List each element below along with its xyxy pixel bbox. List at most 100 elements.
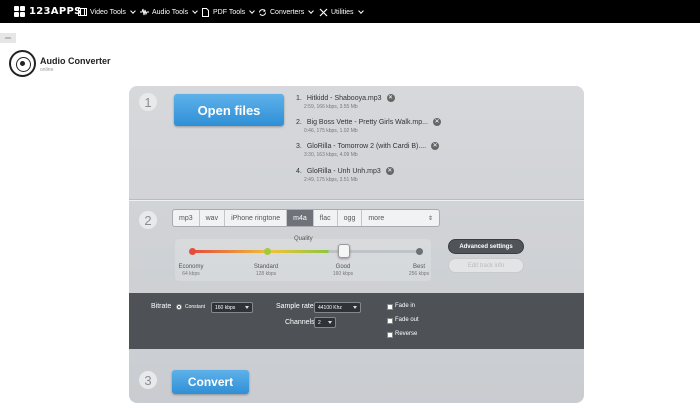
remove-file-icon[interactable]: ✕ bbox=[385, 167, 394, 175]
nav-label: Utilities bbox=[331, 8, 354, 16]
channels-label: Channels bbox=[285, 319, 315, 326]
remove-file-icon[interactable]: ✕ bbox=[386, 94, 395, 102]
quality-level-standard: Standard 128 kbps bbox=[241, 264, 291, 277]
step-number-1: 1 bbox=[139, 93, 157, 111]
file-name: Big Boss Vette - Pretty Girls Walk.mp... bbox=[306, 118, 428, 126]
quality-slider-handle[interactable] bbox=[338, 244, 350, 258]
file-item: 2. Big Boss Vette - Pretty Girls Walk.mp… bbox=[296, 118, 576, 134]
section-divider bbox=[129, 199, 584, 201]
brand-logo[interactable]: 123APPS bbox=[14, 5, 82, 18]
file-name: GloRilla - Tomorrow 2 (with Cardi B).... bbox=[306, 142, 427, 150]
level-bitrate: 160 kbps bbox=[332, 271, 354, 277]
file-name: GloRilla - Unh Unh.mp3 bbox=[306, 167, 381, 175]
quality-stop-economy[interactable] bbox=[189, 248, 196, 255]
level-bitrate: 128 kbps bbox=[255, 271, 277, 277]
nav-label: Audio Tools bbox=[152, 8, 189, 16]
format-tab-flac[interactable]: flac bbox=[314, 210, 338, 226]
format-tab-ogg[interactable]: ogg bbox=[338, 210, 363, 226]
quality-level-best: Best 256 kbps bbox=[394, 264, 444, 277]
quality-label: Quality bbox=[294, 236, 313, 242]
tools-icon bbox=[319, 8, 328, 17]
updown-arrows-icon: ⇕ bbox=[427, 215, 433, 222]
converter-panel: 1 Open files 1. Hitkidd - Shabooya.mp3 ✕… bbox=[129, 86, 584, 403]
nav-label: Video Tools bbox=[90, 8, 126, 16]
reverse-checkbox[interactable] bbox=[387, 332, 393, 338]
nav-label: PDF Tools bbox=[213, 8, 246, 16]
nav-pdf-tools[interactable]: PDF Tools bbox=[201, 6, 256, 18]
file-index: 3. bbox=[296, 142, 302, 150]
file-name: Hitkidd - Shabooya.mp3 bbox=[306, 94, 382, 102]
caret-down-icon bbox=[245, 306, 249, 309]
quality-stop-best[interactable] bbox=[416, 248, 423, 255]
channels-value: 2 bbox=[318, 319, 321, 326]
brand-name: 123APPS bbox=[29, 6, 82, 17]
fade-out-checkbox[interactable] bbox=[387, 318, 393, 324]
caret-down-icon bbox=[328, 321, 332, 324]
chevron-down-icon bbox=[249, 8, 256, 14]
quality-stop-standard[interactable] bbox=[264, 248, 271, 255]
fade-in-checkbox[interactable] bbox=[387, 304, 393, 310]
chevron-down-icon bbox=[130, 8, 136, 14]
remove-file-icon[interactable]: ✕ bbox=[432, 118, 441, 126]
audio-wave-icon bbox=[140, 8, 149, 17]
chevron-down-icon bbox=[192, 8, 198, 14]
nav-video-tools[interactable]: Video Tools bbox=[78, 6, 136, 18]
file-item: 3. GloRilla - Tomorrow 2 (with Cardi B).… bbox=[296, 142, 576, 158]
format-tab-m4a[interactable]: m4a bbox=[287, 210, 314, 226]
sample-rate-label: Sample rate bbox=[276, 303, 314, 310]
chevron-down-icon bbox=[308, 8, 315, 14]
edit-track-info-button[interactable]: Edit track info bbox=[448, 258, 524, 273]
format-tab-mp3[interactable]: mp3 bbox=[173, 210, 200, 226]
bitrate-mode-label: Constant bbox=[185, 304, 206, 310]
file-meta: 2:49, 175 kbps, 3.51 Mb bbox=[304, 177, 358, 183]
nav-label: Converters bbox=[270, 8, 305, 16]
level-bitrate: 256 kbps bbox=[408, 271, 430, 277]
fade-in-label: Fade in bbox=[395, 303, 416, 309]
apps-grid-icon bbox=[14, 6, 25, 17]
page-subtitle: online bbox=[40, 67, 54, 73]
quality-level-economy: Economy 64 kbps bbox=[166, 264, 216, 277]
more-label: more bbox=[368, 214, 385, 222]
nav-converters[interactable]: Converters bbox=[258, 6, 315, 18]
sample-rate-select[interactable]: 44100 Khz bbox=[314, 302, 361, 313]
bitrate-value: 160 kbps bbox=[215, 304, 236, 311]
side-collapse-tab[interactable] bbox=[0, 33, 16, 43]
quality-level-good: Good 160 kbps bbox=[318, 264, 368, 277]
format-tab-iphone-ringtone[interactable]: iPhone ringtone bbox=[225, 210, 288, 226]
remove-file-icon[interactable]: ✕ bbox=[431, 142, 440, 150]
fade-out-label: Fade out bbox=[395, 317, 419, 323]
file-index: 1. bbox=[296, 94, 302, 102]
bitrate-constant-radio[interactable] bbox=[176, 304, 182, 310]
file-index: 2. bbox=[296, 118, 302, 126]
level-bitrate: 64 kbps bbox=[182, 271, 200, 277]
level-name: Standard bbox=[253, 264, 279, 270]
collapse-icon bbox=[5, 37, 11, 39]
format-more-dropdown[interactable]: more ⇕ bbox=[362, 210, 439, 226]
level-name: Best bbox=[412, 264, 425, 270]
top-nav-bar: 123APPS Video Tools Audio Tools PDF Tool… bbox=[0, 0, 700, 23]
vinyl-record-icon bbox=[9, 50, 36, 77]
convert-button[interactable]: Convert bbox=[172, 370, 249, 394]
video-icon bbox=[78, 8, 87, 17]
channels-select[interactable]: 2 bbox=[314, 317, 336, 328]
reverse-label: Reverse bbox=[395, 331, 418, 337]
file-index: 4. bbox=[296, 167, 302, 175]
open-files-button[interactable]: Open files bbox=[174, 94, 284, 126]
file-item: 4. GloRilla - Unh Unh.mp3 ✕ 2:49, 175 kb… bbox=[296, 167, 576, 183]
bitrate-label: Bitrate bbox=[151, 303, 172, 310]
chevron-down-icon bbox=[357, 8, 364, 14]
nav-utilities[interactable]: Utilities bbox=[319, 6, 364, 18]
advanced-settings-button[interactable]: Advanced settings bbox=[448, 239, 524, 254]
format-tab-wav[interactable]: wav bbox=[200, 210, 226, 226]
level-name: Economy bbox=[178, 264, 204, 270]
file-meta: 3:30, 163 kbps, 4.09 Mb bbox=[304, 152, 358, 158]
level-name: Good bbox=[335, 264, 351, 270]
step-number-3: 3 bbox=[139, 371, 157, 389]
sample-rate-value: 44100 Khz bbox=[318, 304, 342, 311]
format-tabs: mp3 wav iPhone ringtone m4a flac ogg mor… bbox=[172, 209, 440, 227]
nav-audio-tools[interactable]: Audio Tools bbox=[140, 6, 198, 18]
file-item: 1. Hitkidd - Shabooya.mp3 ✕ 2:59, 166 kb… bbox=[296, 94, 576, 110]
quality-slider-track[interactable] bbox=[189, 248, 423, 255]
page-title: Audio Converter bbox=[40, 56, 111, 66]
bitrate-select[interactable]: 160 kbps bbox=[211, 302, 253, 313]
